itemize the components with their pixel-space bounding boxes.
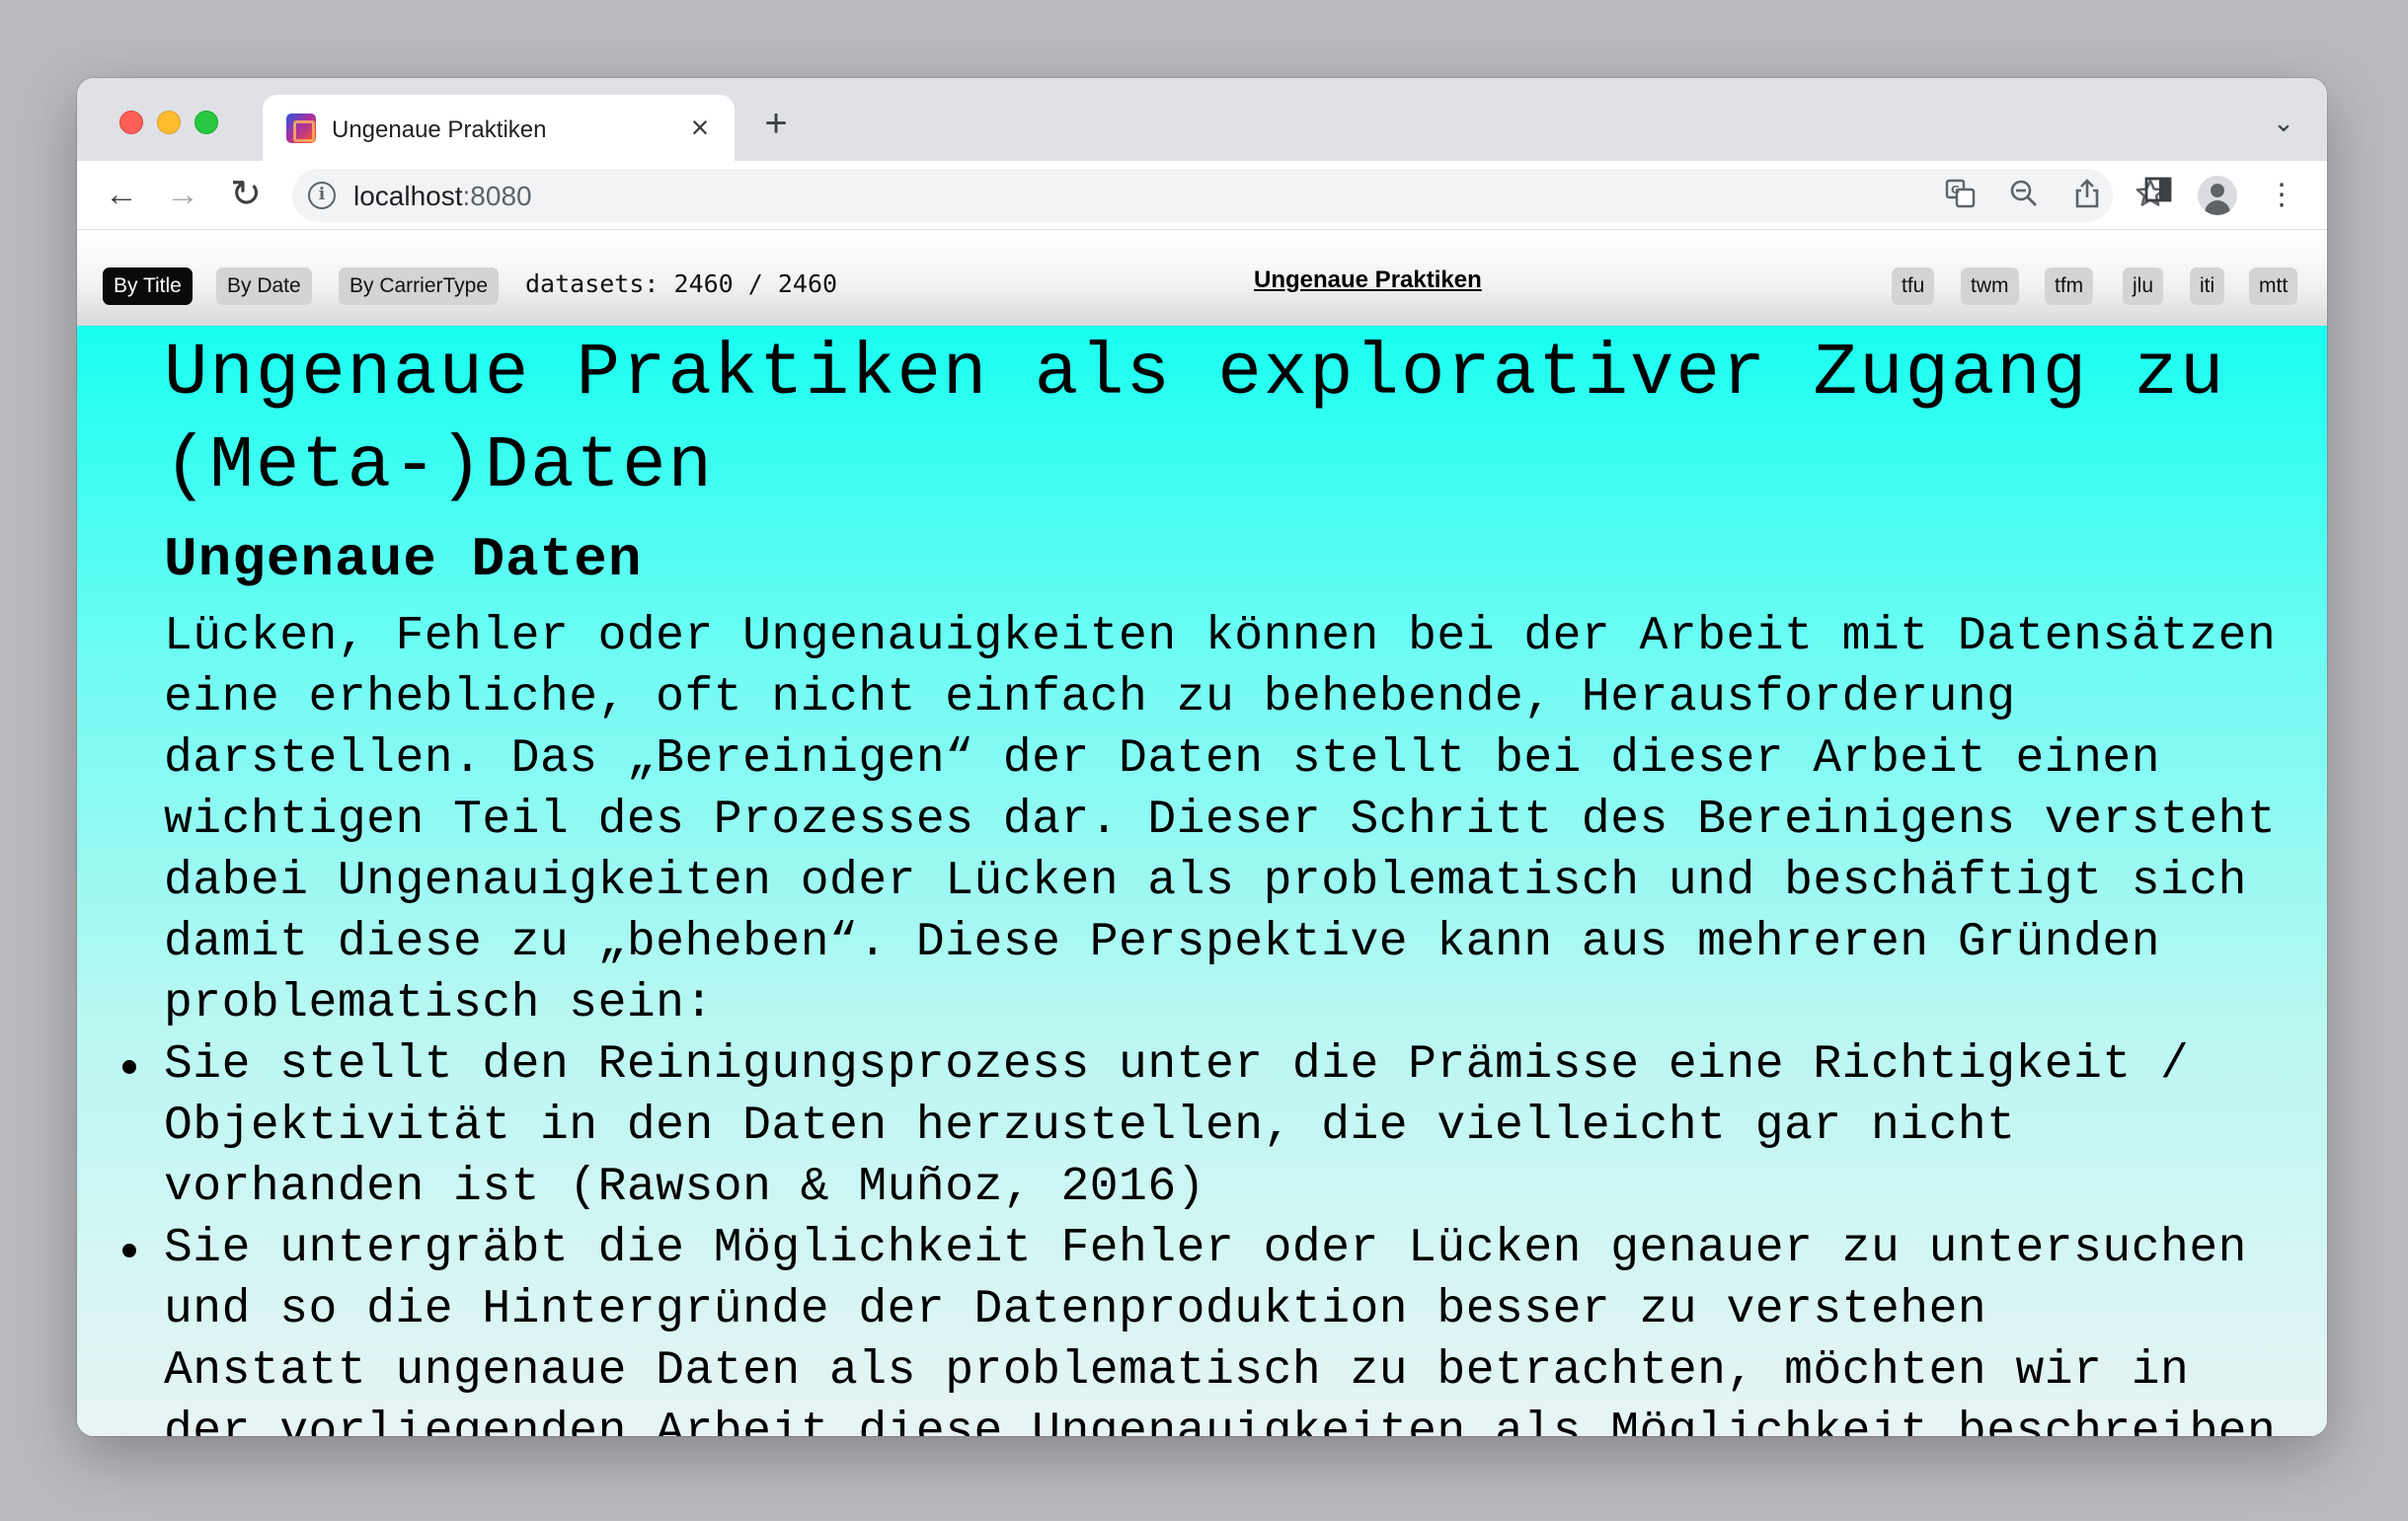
list-item: Sie stellt den Reinigungsprozess unter d… — [122, 1034, 2277, 1218]
browser-toolbar: ← → ↻ i localhost:8080 G ⋮ — [77, 161, 2327, 230]
tab-title: Ungenaue Praktiken — [332, 116, 547, 143]
tag-jlu-button[interactable]: jlu — [2123, 267, 2164, 305]
tag-twm-button[interactable]: twm — [1961, 267, 2019, 305]
list-item: Sie untergräbt die Möglichkeit Fehler od… — [122, 1218, 2277, 1340]
forward-button[interactable]: → — [160, 172, 205, 217]
site-info-icon[interactable]: i — [308, 182, 336, 209]
new-tab-button[interactable]: + — [756, 104, 796, 143]
url-host: localhost — [353, 181, 463, 211]
share-icon[interactable] — [2069, 178, 2105, 213]
sort-by-date-button[interactable]: By Date — [216, 267, 312, 305]
close-window-button[interactable] — [119, 111, 143, 134]
tag-mtt-button[interactable]: mtt — [2249, 267, 2298, 305]
menu-kebab-icon[interactable]: ⋮ — [2260, 174, 2303, 217]
reload-button[interactable]: ↻ — [223, 172, 269, 217]
back-button[interactable]: ← — [99, 172, 144, 217]
tab-close-icon[interactable]: × — [683, 111, 717, 144]
article-content: Ungenaue Praktiken als explorativer Zuga… — [77, 326, 2327, 1436]
tag-iti-button[interactable]: iti — [2190, 267, 2225, 305]
zoom-out-icon[interactable] — [2006, 178, 2042, 213]
problem-list: Sie stellt den Reinigungsprozess unter d… — [122, 1034, 2327, 1340]
browser-window: Ungenaue Praktiken × + ⌄ ← → ↻ i localho… — [77, 78, 2327, 1436]
intro-paragraph: Lücken, Fehler oder Ungenauigkeiten könn… — [164, 610, 2277, 1030]
tag-tfu-button[interactable]: tfu — [1892, 267, 1935, 305]
section-heading: Ungenaue Daten — [164, 528, 643, 591]
translate-icon[interactable]: G — [1943, 178, 1979, 213]
tab-strip: Ungenaue Praktiken × + ⌄ — [77, 78, 2327, 162]
article-title: Ungenaue Praktiken als explorativer Zuga… — [164, 333, 2226, 508]
url-text[interactable]: localhost:8080 — [353, 181, 532, 212]
site-title-link[interactable]: Ungenaue Praktiken — [1254, 266, 1482, 294]
side-panel-icon[interactable] — [2136, 174, 2180, 217]
url-port: :8080 — [462, 181, 532, 211]
favicon-icon — [286, 114, 316, 143]
sort-by-carriertype-button[interactable]: By CarrierType — [339, 267, 500, 305]
address-bar[interactable]: i localhost:8080 G — [292, 169, 2165, 222]
profile-avatar-icon[interactable] — [2198, 176, 2237, 215]
datasets-counter: datasets: 2460 / 2460 — [525, 269, 838, 298]
closing-paragraph: Anstatt ungenaue Daten als problematisch… — [164, 1344, 2277, 1436]
app-header: By Title By Date By CarrierType datasets… — [77, 231, 2327, 326]
browser-tab[interactable]: Ungenaue Praktiken × — [263, 95, 735, 162]
page-viewport: By Title By Date By CarrierType datasets… — [77, 231, 2327, 1436]
tab-search-icon[interactable]: ⌄ — [2270, 109, 2297, 136]
sort-by-title-button[interactable]: By Title — [103, 267, 193, 305]
tag-tfm-button[interactable]: tfm — [2045, 267, 2094, 305]
maximize-window-button[interactable] — [194, 111, 218, 134]
minimize-window-button[interactable] — [157, 111, 181, 134]
svg-text:G: G — [1951, 184, 1960, 196]
